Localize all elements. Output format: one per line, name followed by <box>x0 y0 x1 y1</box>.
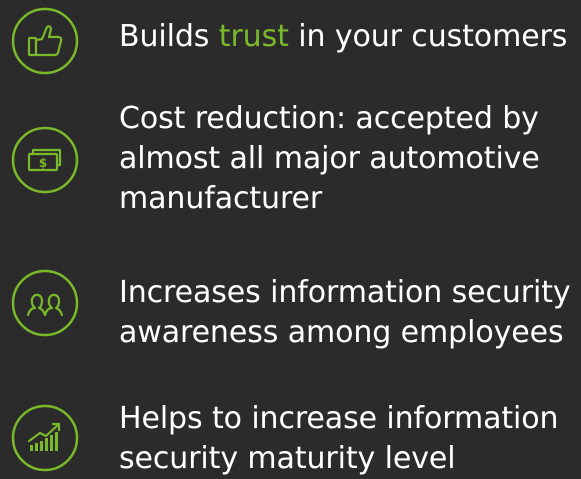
benefit-text: Builds trust in your customers <box>119 19 568 54</box>
highlight-word: trust <box>218 19 289 54</box>
text-line: almost all major automotive <box>119 141 540 176</box>
text-line: security maturity level <box>119 441 456 476</box>
text-line: manufacturer <box>119 181 323 216</box>
people-icon <box>10 268 80 338</box>
benefit-text: Cost reduction: accepted by almost all m… <box>119 99 540 219</box>
svg-text:$: $ <box>39 156 47 170</box>
growth-chart-icon <box>10 403 80 473</box>
text-line: awareness among employees <box>119 315 564 350</box>
benefit-text: Increases information security awareness… <box>119 273 571 353</box>
benefit-text: Helps to increase information security m… <box>119 399 559 479</box>
text-line: Cost reduction: accepted by <box>119 101 539 136</box>
money-icon: $ <box>10 125 80 195</box>
text-line: Increases information security <box>119 275 571 310</box>
thumbs-up-icon <box>10 6 80 76</box>
text-line: Helps to increase information <box>119 401 559 436</box>
